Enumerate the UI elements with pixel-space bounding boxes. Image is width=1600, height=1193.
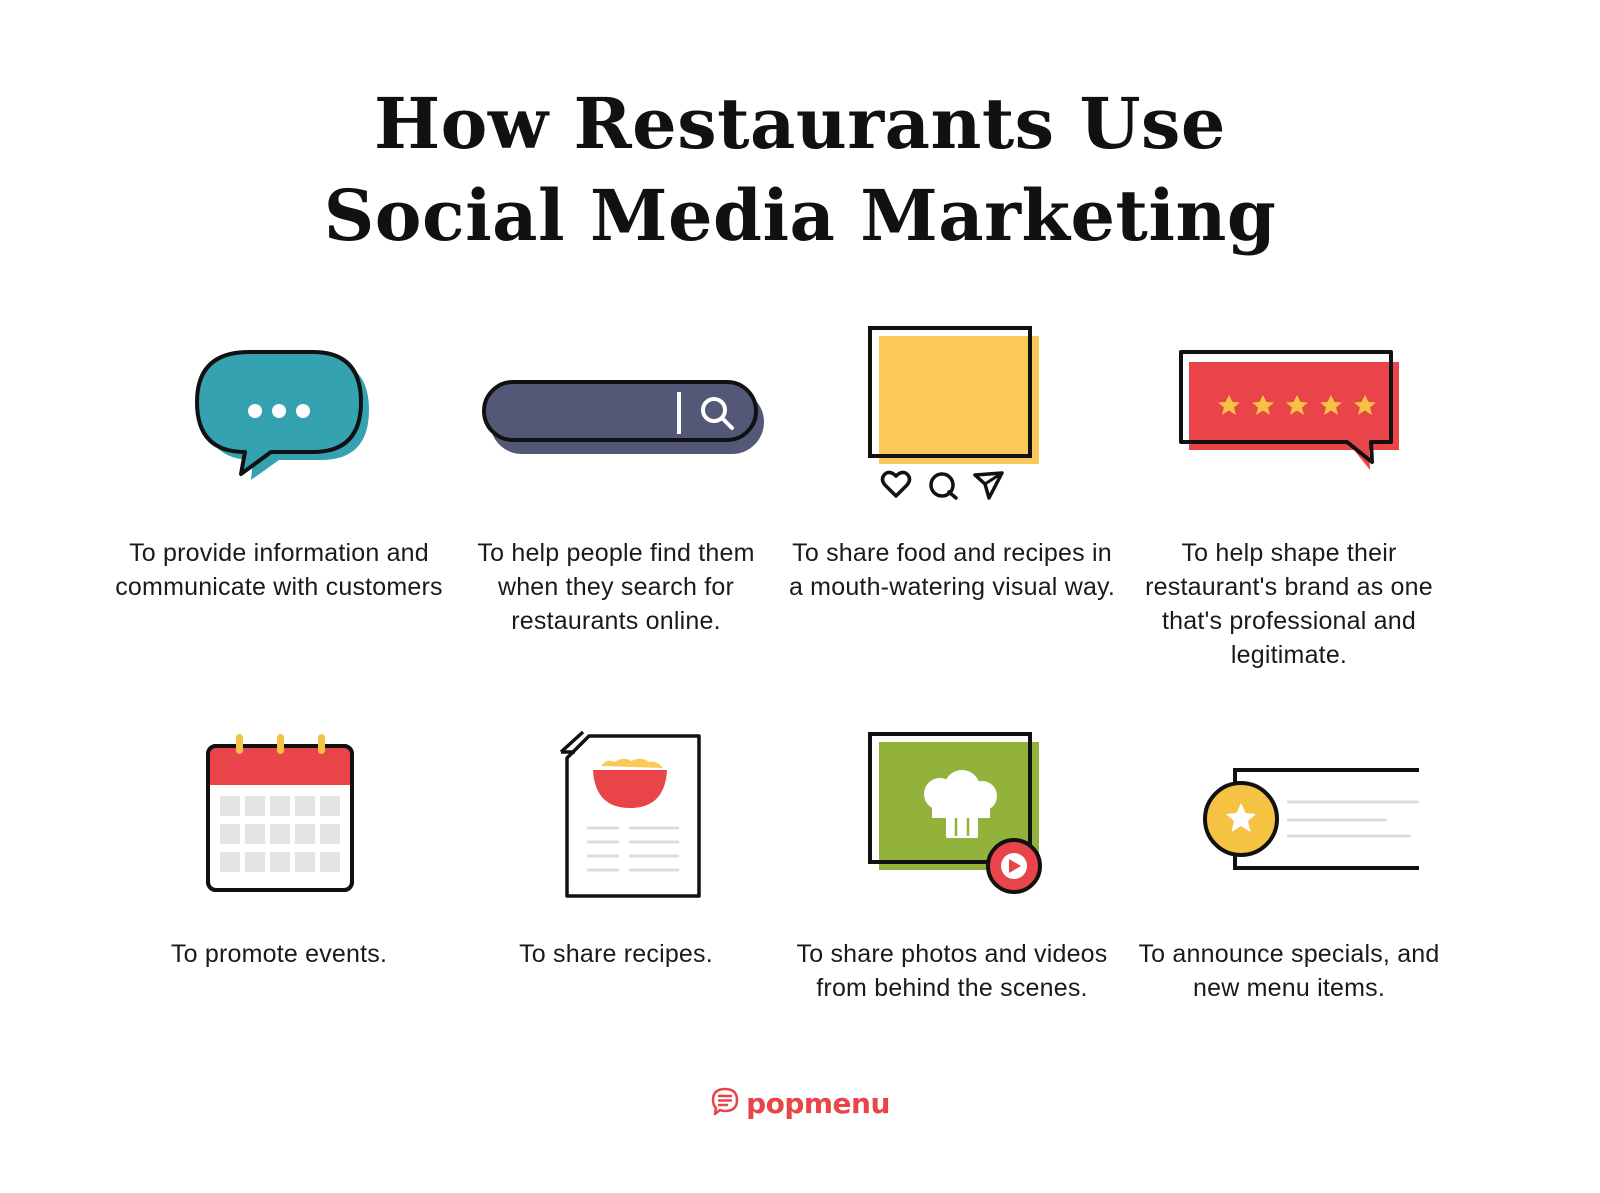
item-caption: To provide information and communicate w… bbox=[115, 539, 443, 601]
item-caption: To announce specials, and new menu items… bbox=[1138, 940, 1440, 1002]
page-title: How Restaurants Use Social Media Marketi… bbox=[0, 78, 1600, 262]
item-caption: To help shape their restaurant's brand a… bbox=[1145, 539, 1433, 669]
search-bar-icon bbox=[451, 330, 781, 520]
speech-bubble-icon bbox=[114, 330, 444, 520]
title-line-1: How Restaurants Use bbox=[374, 82, 1226, 165]
item-caption: To share photos and videos from behind t… bbox=[796, 940, 1108, 1002]
item-caption: To share food and recipes in a mouth-wat… bbox=[788, 539, 1116, 601]
video-chef-hat-icon bbox=[787, 730, 1117, 920]
special-badge-card-icon bbox=[1124, 730, 1454, 920]
popmenu-wordmark: popmenu bbox=[746, 1087, 890, 1120]
photo-post-icon bbox=[787, 322, 1117, 512]
item-caption: To help people find them when they searc… bbox=[477, 539, 755, 635]
recipe-document-icon bbox=[451, 730, 781, 920]
calendar-icon bbox=[114, 730, 444, 920]
title-line-2: Social Media Marketing bbox=[323, 174, 1277, 257]
item-caption: To share recipes. bbox=[519, 940, 713, 968]
star-review-icon bbox=[1124, 330, 1454, 520]
item-caption: To promote events. bbox=[170, 940, 388, 968]
popmenu-logo-icon bbox=[710, 1086, 740, 1121]
popmenu-logo: popmenu bbox=[0, 1086, 1600, 1126]
